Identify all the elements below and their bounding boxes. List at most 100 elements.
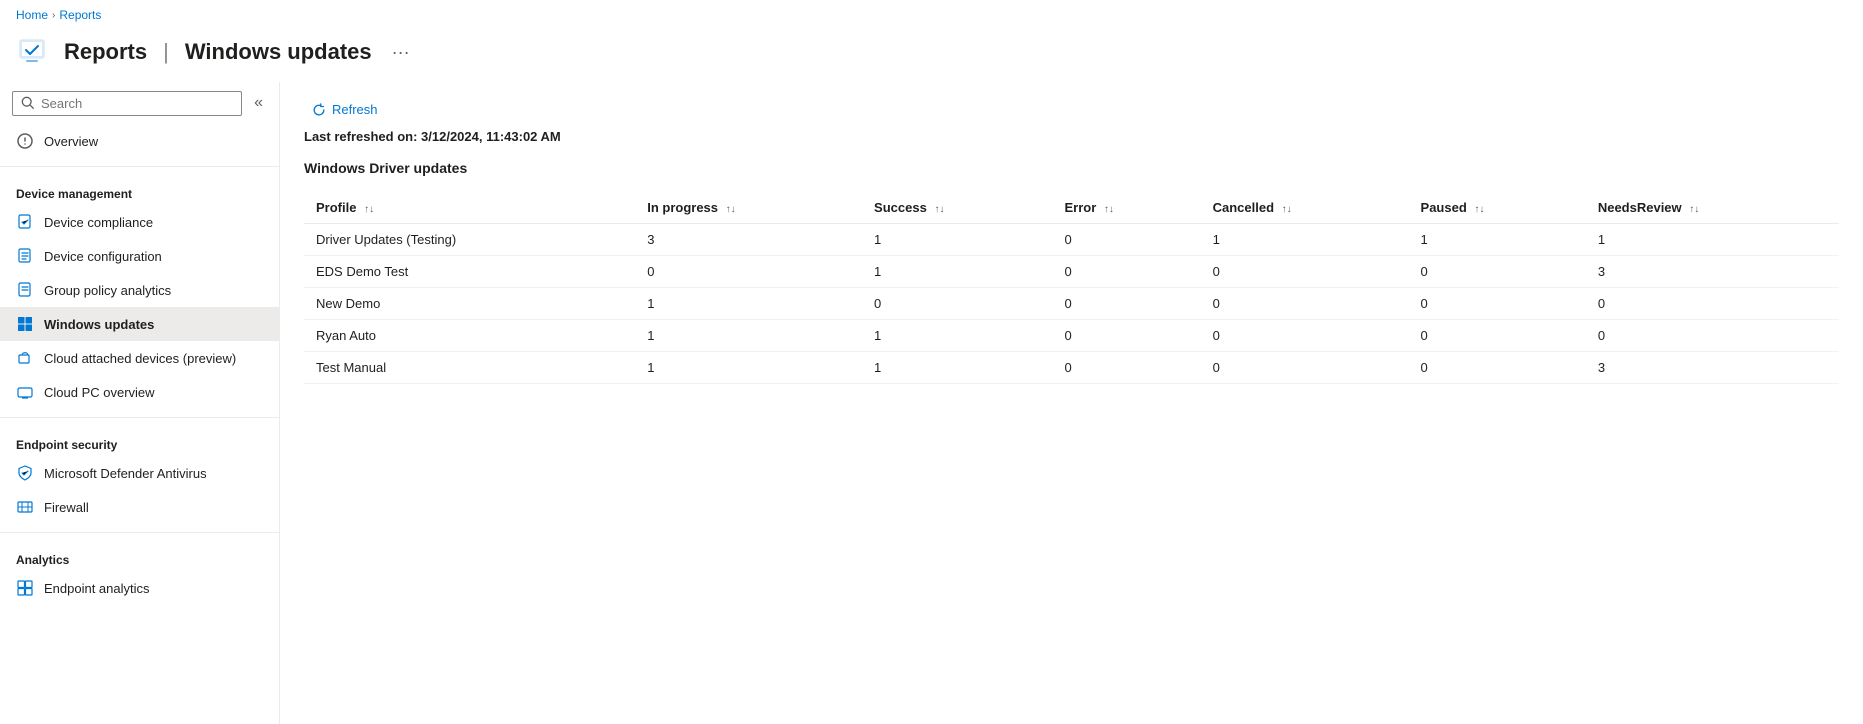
sort-icon-in-progress: ↑↓: [726, 204, 736, 215]
col-cancelled[interactable]: Cancelled ↑↓: [1201, 192, 1409, 224]
sidebar-item-overview[interactable]: Overview: [0, 124, 279, 158]
device-configuration-icon: [16, 247, 34, 265]
cloud-pc-icon: [16, 383, 34, 401]
page-title: Reports: [64, 39, 147, 65]
section-title: Windows Driver updates: [304, 160, 1839, 176]
table-row: New Demo100000: [304, 288, 1839, 320]
collapse-button[interactable]: «: [250, 90, 267, 116]
table-cell[interactable]: 1: [635, 288, 862, 320]
table-cell: EDS Demo Test: [304, 256, 635, 288]
device-compliance-icon: [16, 213, 34, 231]
table-cell: 0: [1052, 352, 1200, 384]
table-cell: 0: [1586, 288, 1839, 320]
table-cell: 0: [1201, 320, 1409, 352]
table-cell: 0: [1409, 256, 1586, 288]
table-cell[interactable]: 1: [635, 352, 862, 384]
col-error[interactable]: Error ↑↓: [1052, 192, 1200, 224]
sort-icon-success: ↑↓: [934, 204, 944, 215]
sidebar-item-cloud-devices[interactable]: Cloud attached devices (preview): [0, 341, 279, 375]
sidebar-item-defender[interactable]: Microsoft Defender Antivirus: [0, 456, 279, 490]
col-in-progress[interactable]: In progress ↑↓: [635, 192, 862, 224]
table-cell[interactable]: 0: [1409, 352, 1586, 384]
refresh-row: Refresh: [304, 98, 1839, 121]
main-content: Refresh Last refreshed on: 3/12/2024, 11…: [280, 82, 1863, 724]
table-cell: 0: [1052, 320, 1200, 352]
search-icon: [21, 96, 35, 110]
page-subtitle: Windows updates: [185, 39, 372, 65]
sidebar-search-box[interactable]: [12, 91, 242, 116]
refresh-icon: [312, 103, 326, 117]
col-profile[interactable]: Profile ↑↓: [304, 192, 635, 224]
table-cell: 3: [635, 224, 862, 256]
sidebar-item-group-policy[interactable]: Group policy analytics: [0, 273, 279, 307]
sort-icon-error: ↑↓: [1104, 204, 1114, 215]
page-icon: [16, 34, 52, 70]
sort-icon-paused: ↑↓: [1474, 204, 1484, 215]
sidebar-item-endpoint-analytics[interactable]: Endpoint analytics: [0, 571, 279, 605]
table-cell[interactable]: 0: [1201, 288, 1409, 320]
table-cell: 0: [635, 256, 862, 288]
driver-updates-table: Profile ↑↓ In progress ↑↓ Success ↑↓ Err…: [304, 192, 1839, 384]
table-cell: 1: [862, 256, 1052, 288]
sidebar-section-device: Device management: [0, 175, 279, 205]
endpoint-analytics-icon: [16, 579, 34, 597]
col-success[interactable]: Success ↑↓: [862, 192, 1052, 224]
table-cell[interactable]: 1: [1409, 224, 1586, 256]
breadcrumb: Home › Reports: [0, 0, 1863, 30]
table-cell: New Demo: [304, 288, 635, 320]
table-cell: 0: [1052, 224, 1200, 256]
sidebar-search-row: «: [0, 82, 279, 124]
col-paused[interactable]: Paused ↑↓: [1409, 192, 1586, 224]
page-header-sep: |: [163, 39, 169, 65]
sidebar-label-firewall: Firewall: [44, 500, 89, 515]
cloud-devices-icon: [16, 349, 34, 367]
sidebar-item-windows-updates[interactable]: Windows updates: [0, 307, 279, 341]
page-header: Reports | Windows updates ···: [0, 30, 1863, 82]
overview-icon: [16, 132, 34, 150]
table-body: Driver Updates (Testing)310111EDS Demo T…: [304, 224, 1839, 384]
sidebar-item-label-overview: Overview: [44, 134, 98, 149]
table-header: Profile ↑↓ In progress ↑↓ Success ↑↓ Err…: [304, 192, 1839, 224]
sidebar-label-device-configuration: Device configuration: [44, 249, 162, 264]
sort-icon-cancelled: ↑↓: [1282, 204, 1292, 215]
sidebar-label-endpoint-analytics: Endpoint analytics: [44, 581, 150, 596]
table-row: EDS Demo Test010003: [304, 256, 1839, 288]
sidebar-item-firewall[interactable]: Firewall: [0, 490, 279, 524]
table-row: Test Manual110003: [304, 352, 1839, 384]
search-input[interactable]: [41, 96, 233, 111]
table-cell: 0: [862, 288, 1052, 320]
sidebar-divider-2: [0, 417, 279, 418]
sidebar-item-cloud-pc[interactable]: Cloud PC overview: [0, 375, 279, 409]
last-refreshed-text: Last refreshed on: 3/12/2024, 11:43:02 A…: [304, 129, 1839, 144]
table-cell: 1: [1586, 224, 1839, 256]
table-cell[interactable]: 0: [1409, 288, 1586, 320]
col-needs-review[interactable]: NeedsReview ↑↓: [1586, 192, 1839, 224]
table-header-row: Profile ↑↓ In progress ↑↓ Success ↑↓ Err…: [304, 192, 1839, 224]
sidebar-label-defender: Microsoft Defender Antivirus: [44, 466, 207, 481]
table-cell: 1: [862, 320, 1052, 352]
sidebar-label-cloud-pc: Cloud PC overview: [44, 385, 155, 400]
table-cell[interactable]: 0: [1409, 320, 1586, 352]
table-cell[interactable]: 1: [1201, 224, 1409, 256]
refresh-label: Refresh: [332, 102, 378, 117]
more-options-icon[interactable]: ···: [392, 42, 410, 63]
table-cell: Test Manual: [304, 352, 635, 384]
table-row: Driver Updates (Testing)310111: [304, 224, 1839, 256]
defender-icon: [16, 464, 34, 482]
table-cell: 0: [1201, 256, 1409, 288]
table-cell[interactable]: 1: [635, 320, 862, 352]
sidebar-section-analytics: Analytics: [0, 541, 279, 571]
breadcrumb-home[interactable]: Home: [16, 8, 48, 22]
sidebar-section-endpoint: Endpoint security: [0, 426, 279, 456]
sidebar-label-windows-updates: Windows updates: [44, 317, 154, 332]
table-cell: 1: [862, 352, 1052, 384]
sort-icon-needs-review: ↑↓: [1689, 204, 1699, 215]
sidebar: « Overview Device management Device comp…: [0, 82, 280, 724]
sidebar-item-device-configuration[interactable]: Device configuration: [0, 239, 279, 273]
sidebar-item-device-compliance[interactable]: Device compliance: [0, 205, 279, 239]
table-cell: 3: [1586, 256, 1839, 288]
refresh-button[interactable]: Refresh: [304, 98, 386, 121]
table-cell: 1: [862, 224, 1052, 256]
sidebar-label-cloud-devices: Cloud attached devices (preview): [44, 351, 236, 366]
group-policy-icon: [16, 281, 34, 299]
